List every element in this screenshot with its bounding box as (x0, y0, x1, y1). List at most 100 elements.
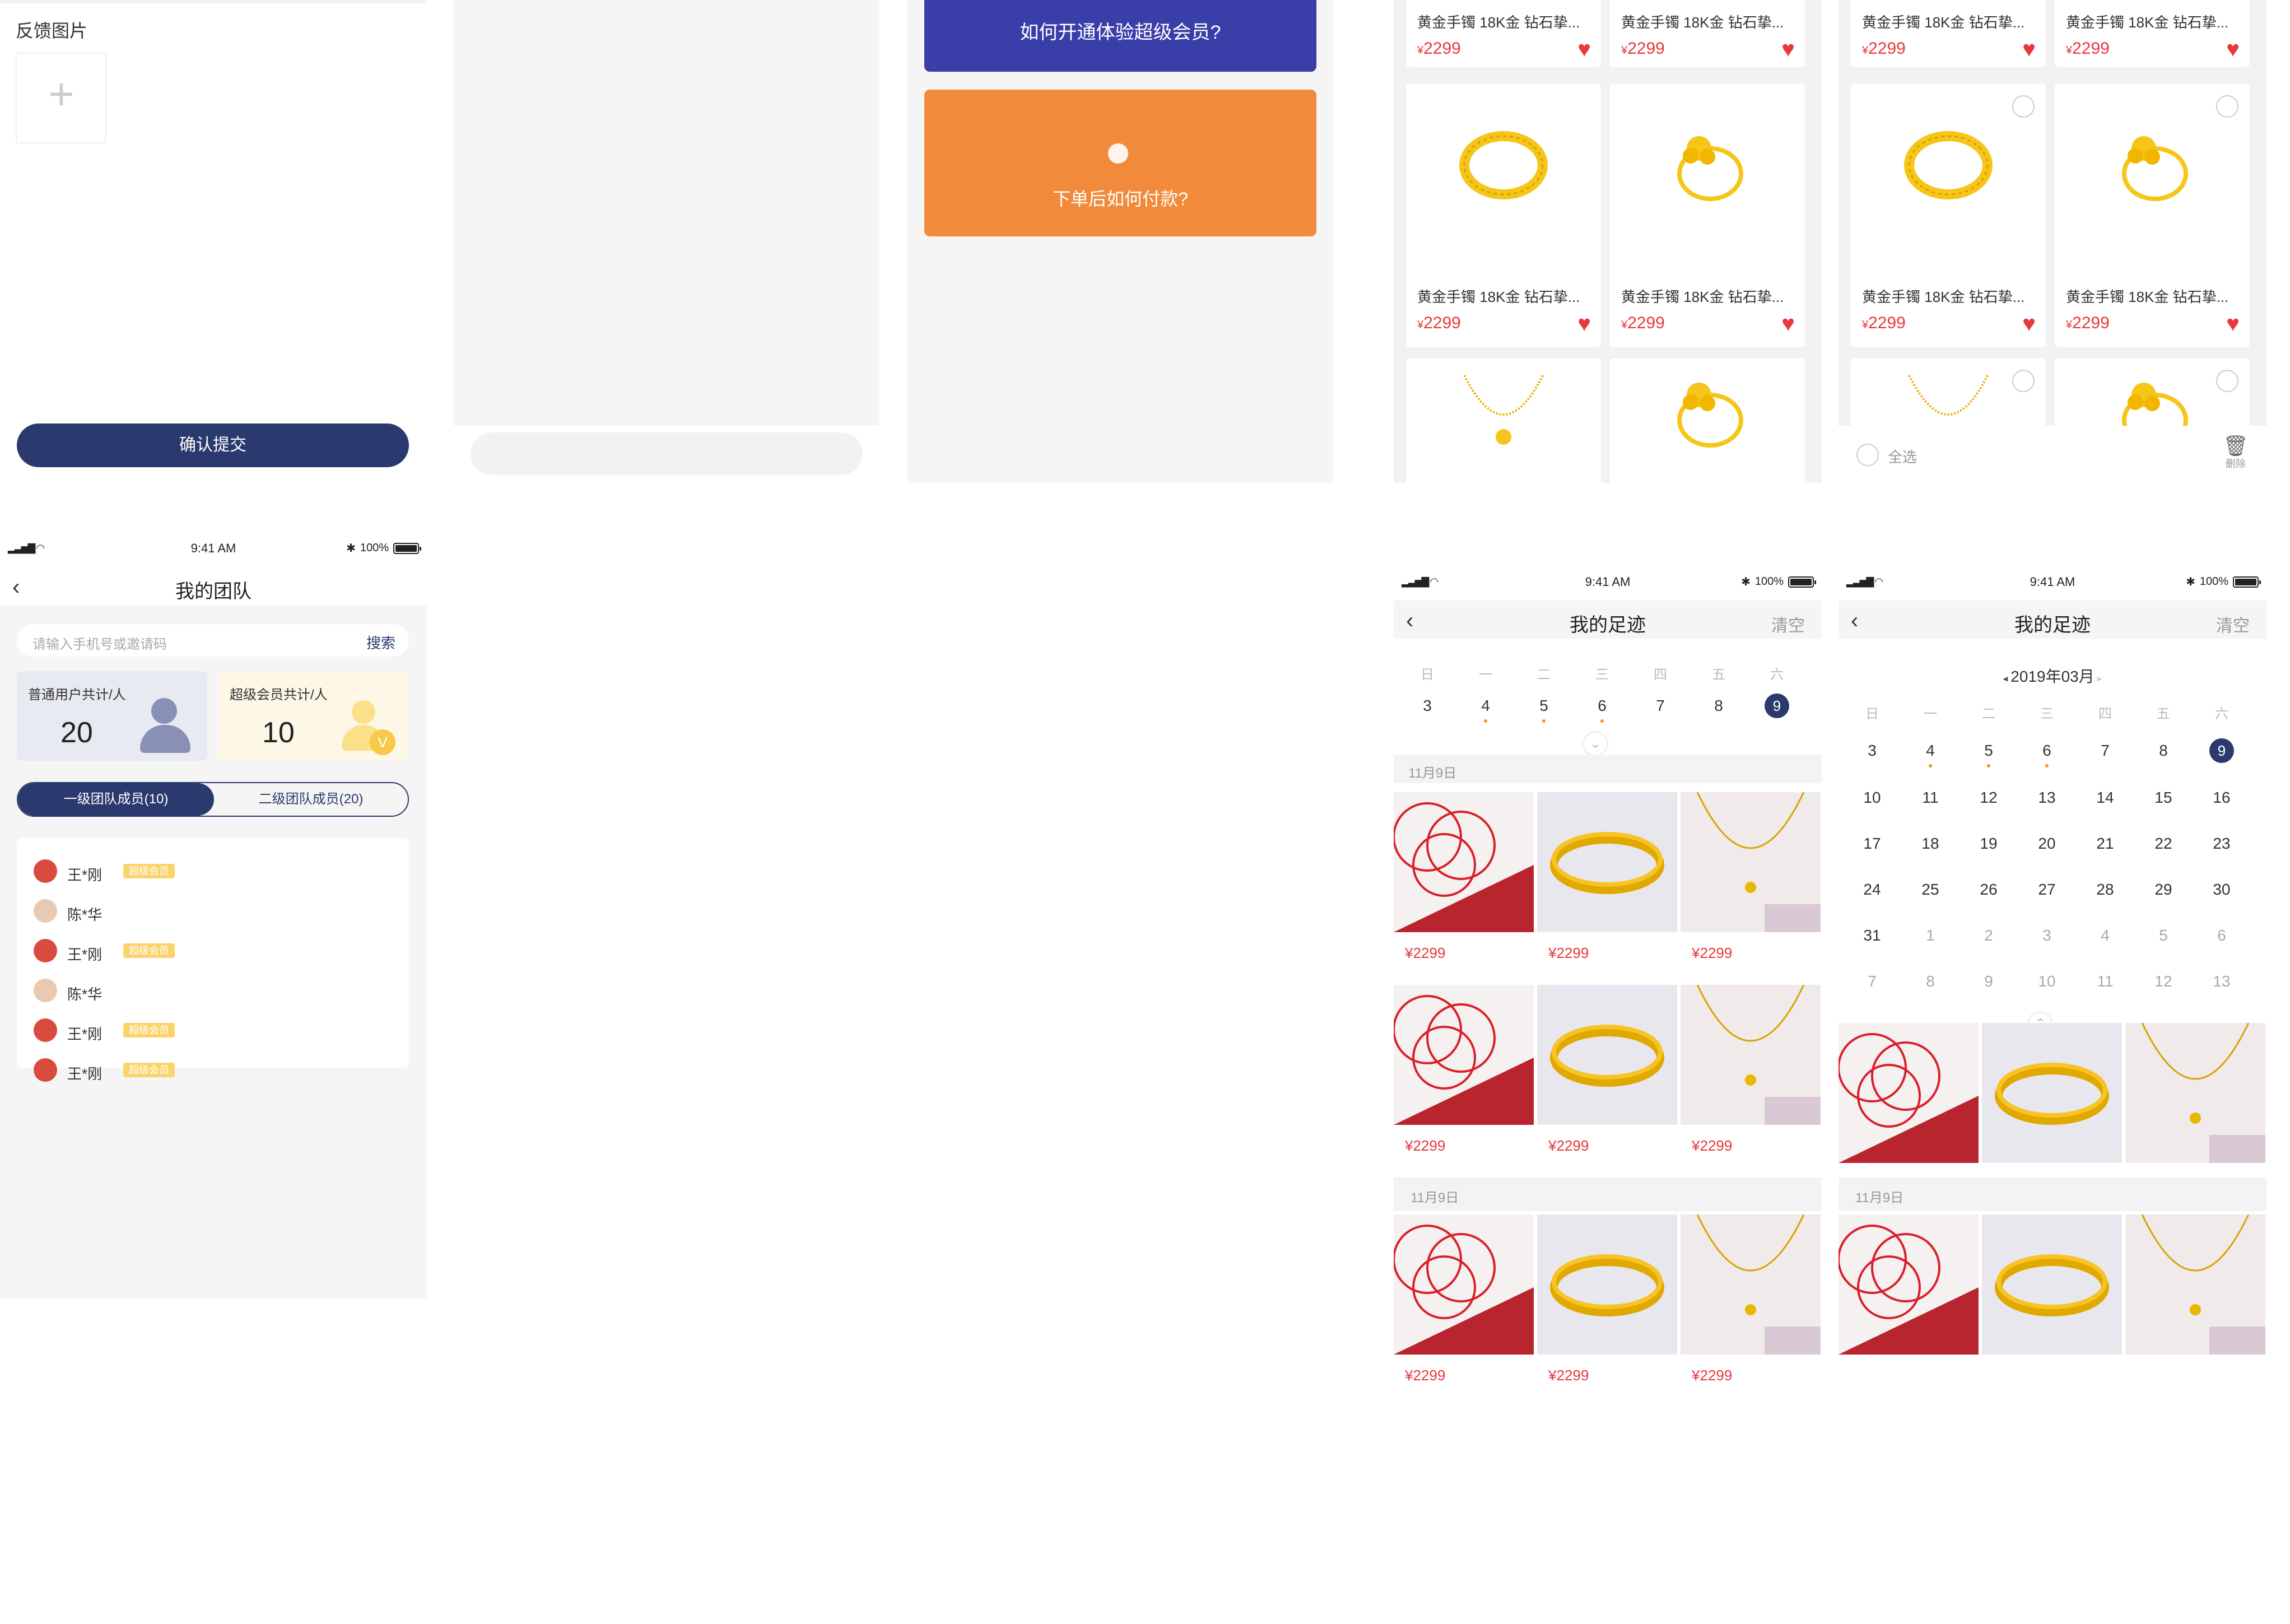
calendar-day[interactable]: 28 (2088, 881, 2122, 899)
calendar-day[interactable]: 25 (1914, 881, 1947, 899)
select-checkbox[interactable] (2012, 95, 2035, 118)
calendar-day[interactable]: 7 (1644, 697, 1677, 715)
heart-icon[interactable]: ♥ (1577, 313, 1591, 335)
heart-icon[interactable]: ♥ (2226, 38, 2240, 61)
chat-input[interactable] (471, 432, 863, 475)
calendar-day[interactable]: 21 (2088, 835, 2122, 853)
heart-icon[interactable]: ♥ (2022, 313, 2036, 335)
calendar-day[interactable]: 26 (1972, 881, 2005, 899)
product-card[interactable]: 黄金手镯 18K金 钻石挚... ¥2299 ♥ (1610, 84, 1805, 347)
calendar-day[interactable]: 6 (2205, 927, 2238, 944)
product-card[interactable]: 黄金手镯 18K金 钻石挚... ¥2299 ♥ (2055, 84, 2250, 347)
select-all-radio[interactable] (1856, 444, 1879, 466)
product-thumbnail[interactable] (1681, 985, 1821, 1125)
faq-banner-payment[interactable]: 下单后如何付款? (924, 90, 1316, 236)
product-thumbnail[interactable] (1982, 1214, 2122, 1355)
calendar-day[interactable]: 18 (1914, 835, 1947, 853)
product-card[interactable]: 黄金手镯 18K金 钻石挚... ¥2299 ♥ (1406, 0, 1601, 67)
select-checkbox[interactable] (2216, 370, 2238, 392)
calendar-day[interactable]: 13 (2205, 972, 2238, 990)
search-button[interactable]: 搜索 (366, 632, 395, 653)
product-card[interactable]: 黄金手镯 18K金 钻石挚... ¥2299 ♥ (2055, 0, 2250, 67)
calendar-day[interactable]: 5 (2147, 927, 2180, 944)
product-thumbnail[interactable] (1681, 1214, 1821, 1355)
calendar-day[interactable]: 13 (2030, 789, 2064, 807)
calendar-day[interactable]: 8 (1914, 972, 1947, 990)
calendar-day[interactable]: 8 (2147, 742, 2180, 760)
calendar-day[interactable]: 10 (2030, 972, 2064, 990)
calendar-day[interactable]: 4 (1914, 742, 1947, 760)
calendar-day[interactable]: 20 (2030, 835, 2064, 853)
calendar-day[interactable]: 4 (1469, 697, 1502, 715)
product-thumbnail[interactable] (1838, 1023, 1979, 1163)
calendar-day[interactable]: 3 (2030, 927, 2064, 944)
member-row[interactable]: 陈*华 (17, 974, 409, 1008)
member-row[interactable]: 王*刚 超级会员 (17, 934, 409, 968)
product-thumbnail[interactable] (1537, 1214, 1677, 1355)
product-thumbnail[interactable] (1394, 1214, 1534, 1355)
selected-day[interactable]: 9 (2209, 738, 2234, 763)
calendar-day[interactable]: 16 (2205, 789, 2238, 807)
product-thumbnail[interactable] (1537, 985, 1677, 1125)
select-checkbox[interactable] (2012, 370, 2035, 392)
prev-month-icon[interactable]: ◂ (2003, 673, 2010, 684)
calendar-day[interactable]: 11 (2088, 972, 2122, 990)
calendar-day[interactable]: 24 (1855, 881, 1889, 899)
product-thumbnail[interactable] (1394, 985, 1534, 1125)
product-thumbnail[interactable] (2125, 1023, 2265, 1163)
add-image-button[interactable]: + (16, 53, 106, 143)
calendar-day[interactable]: 3 (1855, 742, 1889, 760)
product-card[interactable] (1406, 359, 1601, 483)
heart-icon[interactable]: ♥ (2022, 38, 2036, 61)
member-row[interactable]: 陈*华 (17, 895, 409, 928)
heart-icon[interactable]: ♥ (1781, 38, 1795, 61)
delete-button[interactable]: 🗑 删除 (2222, 436, 2250, 471)
calendar-day[interactable]: 15 (2147, 789, 2180, 807)
calendar-day[interactable]: 19 (1972, 835, 2005, 853)
product-card[interactable]: 黄金手镯 18K金 钻石挚... ¥2299 ♥ (1610, 0, 1805, 67)
faq-banner-vip[interactable]: 如何开通体验超级会员? (924, 0, 1316, 72)
calendar-day[interactable]: 31 (1855, 927, 1889, 944)
month-selector[interactable]: ◂ 2019年03月 ▸ (1838, 664, 2266, 687)
calendar-day[interactable]: 6 (2030, 742, 2064, 760)
calendar-day[interactable]: 6 (1585, 697, 1619, 715)
calendar-day[interactable]: 29 (2147, 881, 2180, 899)
member-row[interactable]: 王*刚 超级会员 (17, 1054, 409, 1087)
product-card[interactable]: 黄金手镯 18K金 钻石挚... ¥2299 ♥ (1851, 84, 2046, 347)
product-thumbnail[interactable] (1681, 792, 1821, 932)
member-row[interactable]: 王*刚 超级会员 (17, 1014, 409, 1048)
selected-day[interactable]: 9 (1765, 694, 1789, 718)
heart-icon[interactable]: ♥ (1781, 313, 1795, 335)
calendar-day[interactable]: 5 (1527, 697, 1561, 715)
calendar-day[interactable]: 1 (1914, 927, 1947, 944)
calendar-day[interactable]: 30 (2205, 881, 2238, 899)
product-thumbnail[interactable] (1982, 1023, 2122, 1163)
calendar-day[interactable]: 27 (2030, 881, 2064, 899)
expand-calendar-icon[interactable]: ⌄ (1584, 733, 1607, 755)
next-month-icon[interactable]: ▸ (2094, 673, 2102, 684)
product-thumbnail[interactable] (1838, 1214, 1979, 1355)
calendar-day[interactable]: 4 (2088, 927, 2122, 944)
calendar-day[interactable]: 5 (1972, 742, 2005, 760)
calendar-day[interactable]: 7 (2088, 742, 2122, 760)
product-thumbnail[interactable] (2125, 1214, 2265, 1355)
search-input[interactable]: 请输入手机号或邀请码 (32, 633, 167, 653)
calendar-day[interactable]: 11 (1914, 789, 1947, 807)
product-card[interactable]: 黄金手镯 18K金 钻石挚... ¥2299 ♥ (1851, 0, 2046, 67)
select-checkbox[interactable] (2216, 95, 2238, 118)
tab-level2[interactable]: 二级团队成员(20) (214, 783, 408, 816)
calendar-day[interactable]: 8 (1702, 697, 1735, 715)
calendar-day[interactable]: 17 (1855, 835, 1889, 853)
product-card[interactable] (1610, 359, 1805, 483)
product-card[interactable]: 黄金手镯 18K金 钻石挚... ¥2299 ♥ (1406, 84, 1601, 347)
calendar-day[interactable]: 23 (2205, 835, 2238, 853)
calendar-day[interactable]: 3 (1411, 697, 1444, 715)
calendar-day[interactable]: 22 (2147, 835, 2180, 853)
product-thumbnail[interactable] (1394, 792, 1534, 932)
tab-level1[interactable]: 一级团队成员(10) (18, 783, 214, 816)
product-thumbnail[interactable] (1537, 792, 1677, 932)
calendar-day[interactable]: 14 (2088, 789, 2122, 807)
heart-icon[interactable]: ♥ (2226, 313, 2240, 335)
clear-button[interactable]: 清空 (2216, 612, 2250, 636)
submit-button[interactable]: 确认提交 (17, 424, 409, 467)
